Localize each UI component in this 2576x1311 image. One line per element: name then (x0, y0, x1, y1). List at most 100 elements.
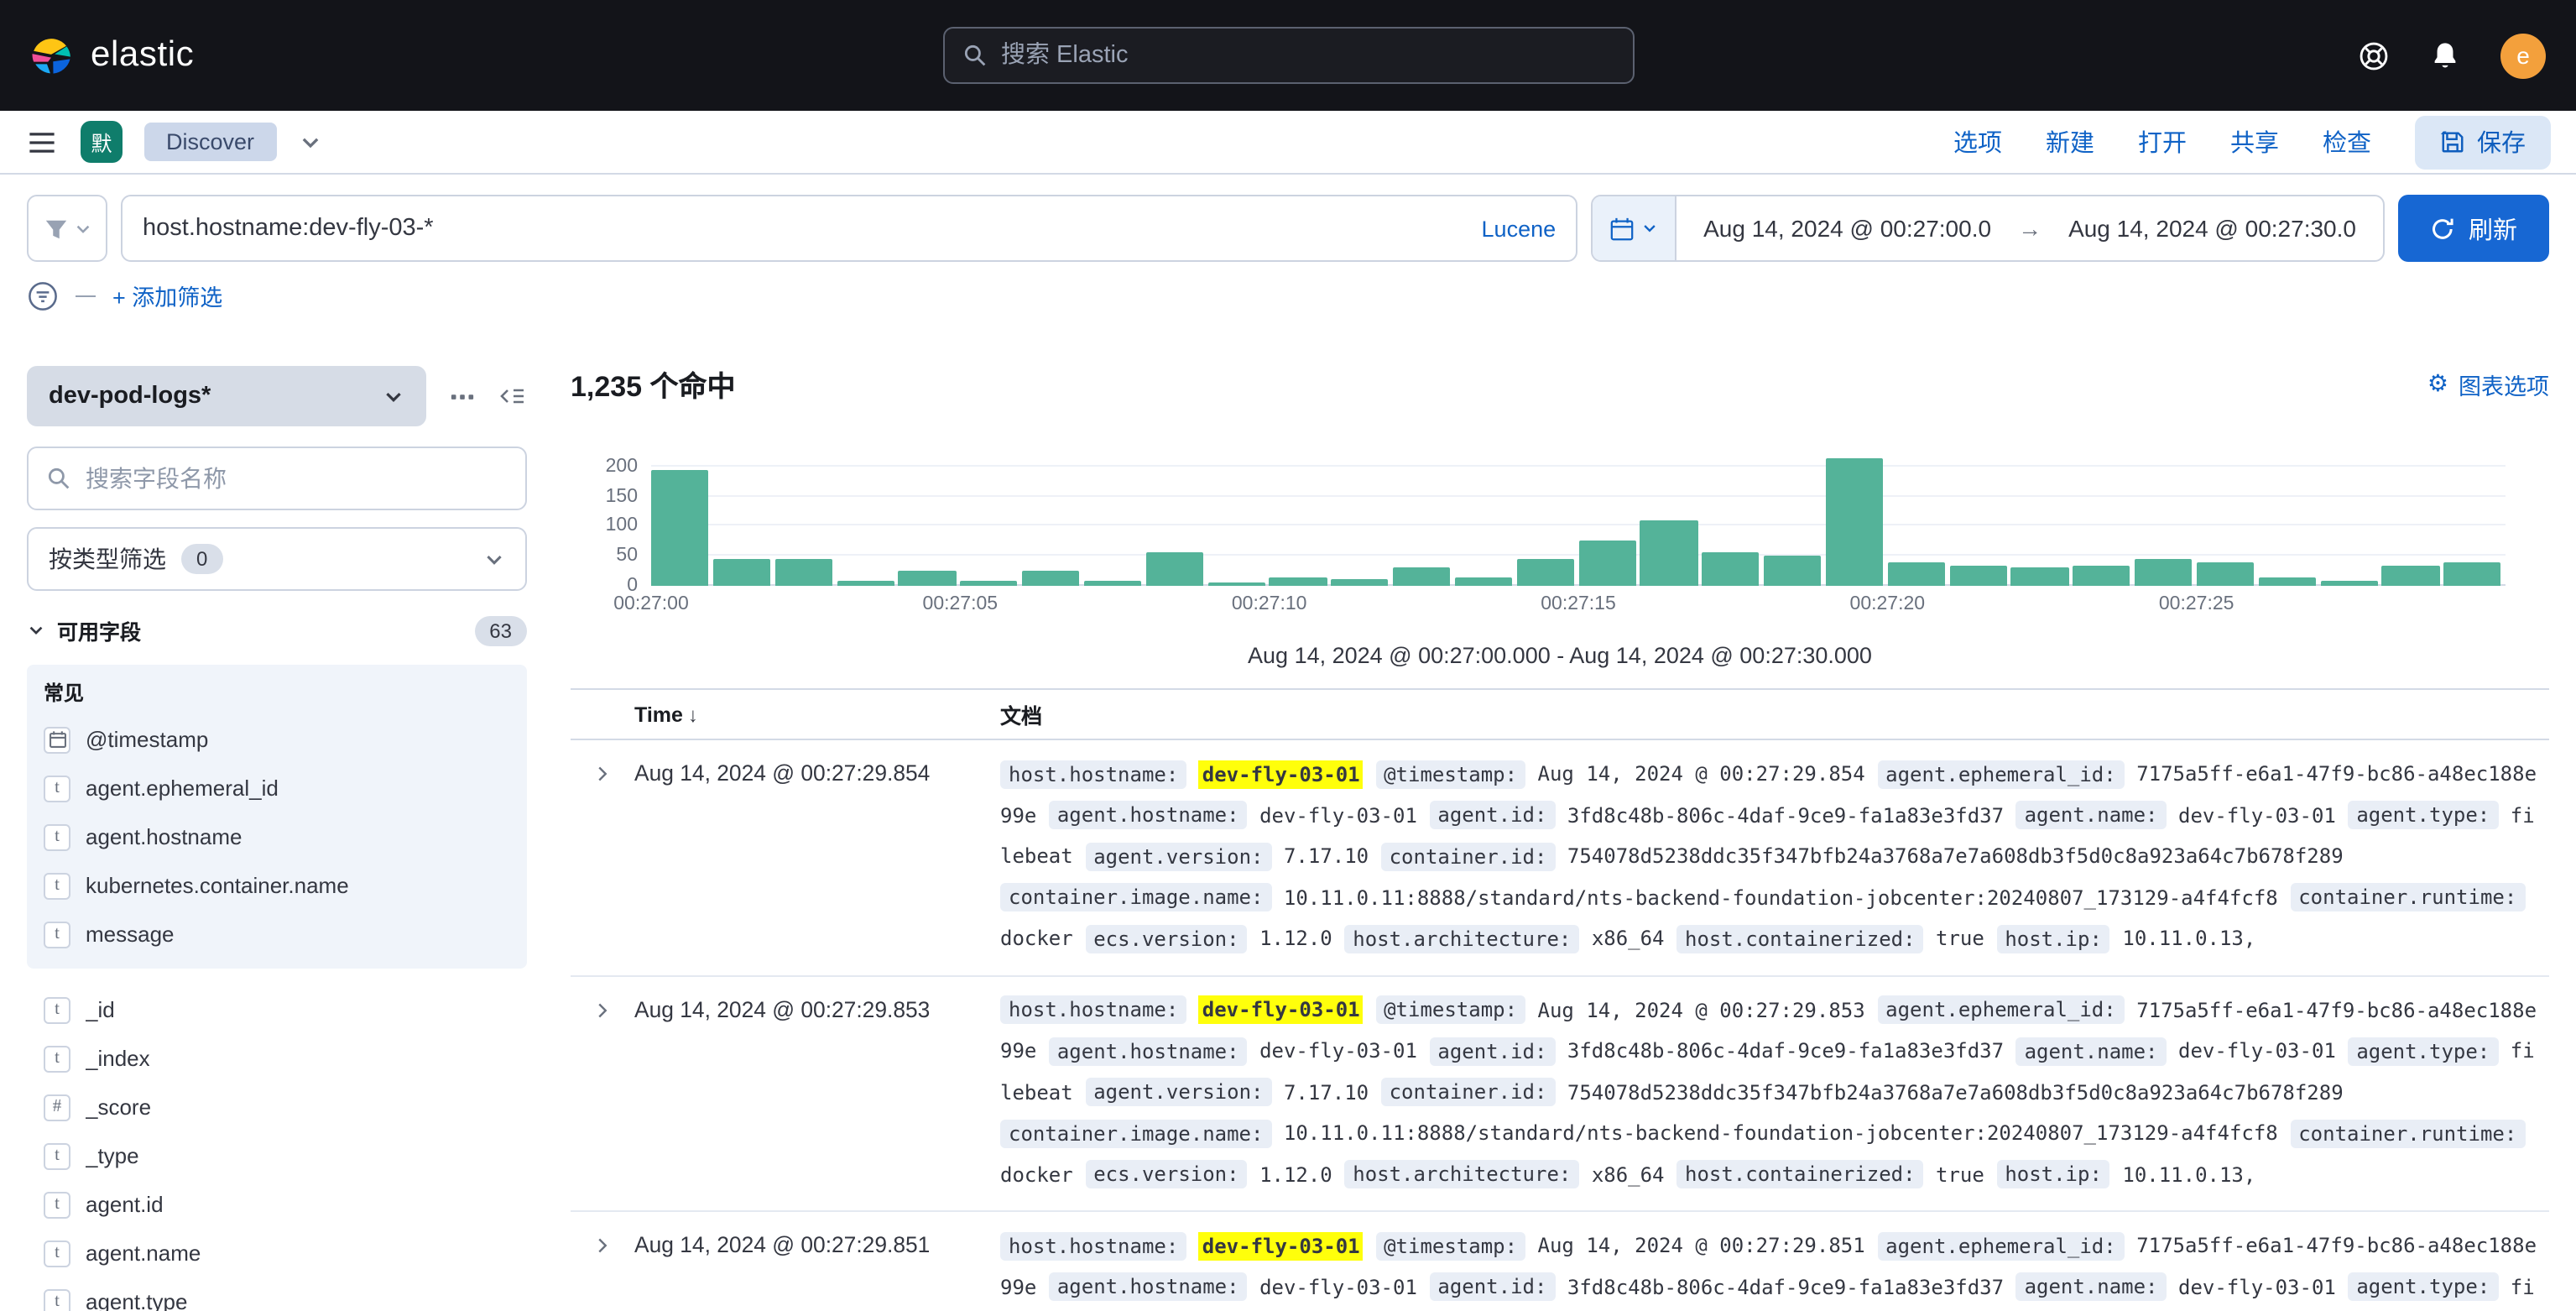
field-item-agent.name[interactable]: tagent.name (44, 1229, 510, 1277)
histogram-bar[interactable] (1764, 556, 1822, 586)
nav-action-open[interactable]: 打开 (2138, 124, 2187, 159)
field-item-agent.hostname[interactable]: tagent.hostname (44, 812, 510, 861)
histogram-bar[interactable] (1207, 582, 1265, 586)
doc-field-key: agent.name: (2016, 1272, 2167, 1301)
histogram-bar[interactable] (2135, 559, 2193, 586)
query-input[interactable] (143, 215, 1465, 242)
date-start[interactable]: Aug 14, 2024 @ 00:27:00.0 (1676, 215, 2018, 242)
brand[interactable]: elastic (30, 34, 194, 76)
filter-circle-icon[interactable] (27, 279, 59, 311)
histogram-bar[interactable] (1145, 553, 1203, 586)
saved-query-menu-button[interactable] (27, 195, 107, 262)
filter-by-type-count: 0 (181, 544, 222, 574)
histogram-bar[interactable] (2197, 562, 2255, 586)
add-filter-link[interactable]: + 添加筛选 (112, 279, 222, 312)
time-column-header[interactable]: Time ↓ (634, 703, 1000, 726)
field-search-input[interactable] (86, 465, 507, 492)
field-item-_score[interactable]: #_score (44, 1083, 510, 1131)
notifications-icon[interactable] (2428, 39, 2462, 72)
histogram-bar[interactable] (2382, 565, 2440, 586)
field-item-_type[interactable]: t_type (44, 1131, 510, 1180)
doc-field-value: docker (1000, 927, 1073, 950)
date-end[interactable]: Aug 14, 2024 @ 00:27:30.0 (2042, 215, 2383, 242)
histogram-bar[interactable] (1578, 541, 1636, 586)
expand-row-icon[interactable] (592, 764, 613, 784)
nav-action-inspect[interactable]: 检查 (2323, 124, 2371, 159)
text-field-icon: t (44, 823, 70, 850)
histogram-bar[interactable] (2258, 577, 2316, 586)
histogram-bar[interactable] (2011, 568, 2069, 586)
histogram-yaxis: 050100150200 (571, 452, 638, 586)
date-picker-quick-menu-button[interactable] (1593, 196, 1676, 260)
histogram-bar[interactable] (1640, 520, 1698, 586)
field-item-agent.ephemeral_id[interactable]: tagent.ephemeral_id (44, 764, 510, 812)
histogram-bar[interactable] (1826, 457, 1884, 586)
field-item-agent.type[interactable]: tagent.type (44, 1277, 510, 1311)
histogram-bar[interactable] (1455, 577, 1513, 586)
histogram-bar[interactable] (960, 581, 1018, 586)
histogram-bar[interactable] (899, 571, 957, 586)
field-item-kubernetes.container.name[interactable]: tkubernetes.container.name (44, 861, 510, 910)
nav-action-new[interactable]: 新建 (2046, 124, 2094, 159)
histogram-bar[interactable] (2443, 562, 2501, 586)
histogram-plot[interactable] (651, 452, 2506, 586)
histogram-bar[interactable] (1887, 562, 1945, 586)
filter-bar: + 添加筛选 (0, 272, 2576, 329)
help-icon[interactable] (2356, 39, 2390, 72)
global-search-input[interactable] (1001, 42, 1614, 69)
histogram-bar[interactable] (651, 469, 709, 586)
collapse-sidebar-icon[interactable] (497, 381, 527, 411)
nav-action-options[interactable]: 选项 (1953, 124, 2002, 159)
index-pattern-name: dev-pod-logs* (49, 383, 211, 410)
doc-field-key: agent.version: (1085, 1078, 1271, 1106)
query-language-toggle[interactable]: Lucene (1482, 216, 1557, 241)
field-item-_index[interactable]: t_index (44, 1034, 510, 1083)
save-button[interactable]: 保存 (2415, 115, 2551, 169)
histogram-bar[interactable] (1949, 565, 2007, 586)
doc-field-value: Aug 14, 2024 @ 00:27:29.851 (1538, 1234, 1865, 1257)
doc-field-value: true (1936, 927, 1984, 950)
gridline (651, 525, 2506, 526)
field-item-_id[interactable]: t_id (44, 985, 510, 1034)
field-item-message[interactable]: tmessage (44, 910, 510, 958)
histogram-bar[interactable] (2320, 581, 2378, 586)
index-pattern-selector[interactable]: dev-pod-logs* (27, 366, 426, 426)
field-item-@timestamp[interactable]: @timestamp (44, 715, 510, 764)
histogram-bar[interactable] (1702, 553, 1760, 586)
row-time: Aug 14, 2024 @ 00:27:29.851 (634, 1225, 1000, 1311)
doc-field-key: agent.id: (1429, 801, 1555, 829)
histogram-bar[interactable] (1516, 559, 1574, 586)
chart-options-link[interactable]: ⚙ 图表选项 (2427, 367, 2549, 400)
field-item-agent.id[interactable]: tagent.id (44, 1180, 510, 1229)
field-search[interactable] (27, 447, 527, 510)
histogram-bar[interactable] (1331, 580, 1389, 586)
histogram-bar[interactable] (713, 559, 771, 586)
nav-action-share[interactable]: 共享 (2230, 124, 2279, 159)
histogram-bar[interactable] (774, 559, 832, 586)
doc-field-key: host.hostname: (1000, 1231, 1186, 1260)
row-time: Aug 14, 2024 @ 00:27:29.854 (634, 754, 1000, 959)
breadcrumb[interactable]: Discover (144, 123, 276, 161)
histogram-bar[interactable] (1022, 571, 1080, 586)
doc-field-key: agent.ephemeral_id: (1877, 1231, 2125, 1260)
row-document: host.hostname: dev-fly-03-01 @timestamp:… (1000, 990, 2549, 1195)
global-search[interactable] (942, 27, 1634, 84)
doc-field-key: container.id: (1381, 842, 1556, 870)
space-avatar[interactable]: 默 (81, 121, 123, 163)
histogram-bar[interactable] (1393, 568, 1451, 586)
histogram-bar[interactable] (1084, 581, 1142, 586)
available-fields-header[interactable]: 可用字段 63 (27, 614, 527, 646)
menu-icon[interactable] (25, 125, 59, 159)
histogram-bar[interactable] (1270, 577, 1327, 586)
filter-by-type[interactable]: 按类型筛选 0 (27, 527, 527, 591)
chevron-down-icon[interactable] (298, 130, 321, 154)
doc-field-value: dev-fly-03-01 (1259, 1039, 1417, 1063)
histogram-bar[interactable] (837, 581, 894, 586)
boxes-horizontal-icon[interactable] (446, 381, 477, 411)
refresh-button[interactable]: 刷新 (2398, 195, 2549, 262)
index-pattern-row: dev-pod-logs* (27, 366, 527, 426)
histogram-bar[interactable] (2073, 565, 2130, 586)
expand-row-icon[interactable] (592, 1000, 613, 1020)
expand-row-icon[interactable] (592, 1235, 613, 1256)
user-avatar[interactable]: e (2500, 33, 2546, 78)
